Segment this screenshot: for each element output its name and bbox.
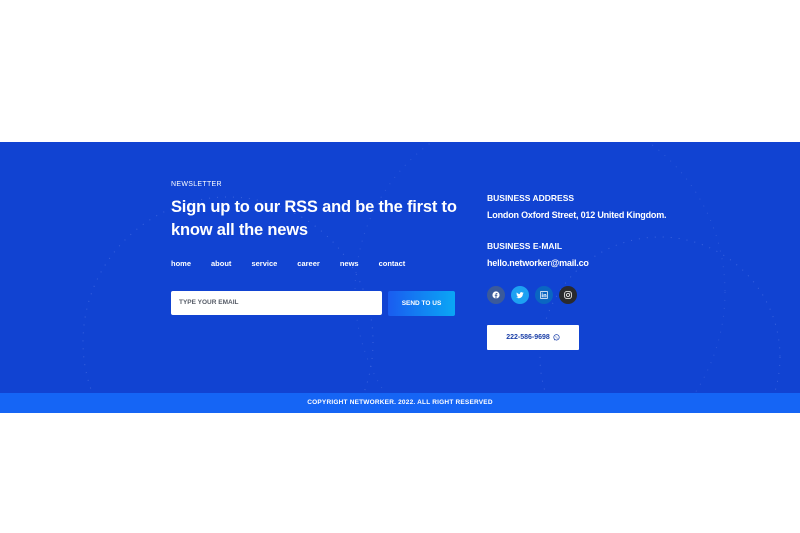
twitter-icon <box>516 292 524 299</box>
twitter-button[interactable] <box>511 286 529 304</box>
phone-number: 222-586-9698 <box>506 334 550 341</box>
send-button[interactable]: SEND TO US <box>388 291 455 316</box>
linkedin-button[interactable] <box>535 286 553 304</box>
linkedin-icon <box>540 291 548 299</box>
phone-button[interactable]: 222-586-9698 <box>487 325 579 350</box>
instagram-icon <box>564 291 572 299</box>
nav-link-contact[interactable]: contact <box>379 259 406 268</box>
email-input[interactable]: TYPE YOUR EMAIL <box>171 291 382 315</box>
facebook-button[interactable] <box>487 286 505 304</box>
facebook-icon <box>492 291 500 299</box>
business-address-value: London Oxford Street, 012 United Kingdom… <box>487 210 667 220</box>
business-email-title: BUSINESS E-MAIL <box>487 241 563 251</box>
instagram-button[interactable] <box>559 286 577 304</box>
footer-section: NEWSLETTER Sign up to our RSS and be the… <box>0 142 800 393</box>
nav-link-home[interactable]: home <box>171 259 191 268</box>
nav-link-about[interactable]: about <box>211 259 231 268</box>
footer-nav: home about service career news contact <box>171 259 425 268</box>
copyright-text: COPYRIGHT NETWORKER. 2022. ALL RIGHT RES… <box>307 399 493 406</box>
nav-link-service[interactable]: service <box>251 259 277 268</box>
nav-link-career[interactable]: career <box>297 259 320 268</box>
whatsapp-icon <box>553 334 560 341</box>
newsletter-headline: Sign up to our RSS and be the first to k… <box>171 198 457 239</box>
newsletter-label: NEWSLETTER <box>171 181 222 188</box>
business-address-title: BUSINESS ADDRESS <box>487 193 575 203</box>
copyright-bar: COPYRIGHT NETWORKER. 2022. ALL RIGHT RES… <box>0 393 800 413</box>
nav-link-news[interactable]: news <box>340 259 359 268</box>
business-email-value[interactable]: hello.networker@mail.co <box>487 258 589 268</box>
